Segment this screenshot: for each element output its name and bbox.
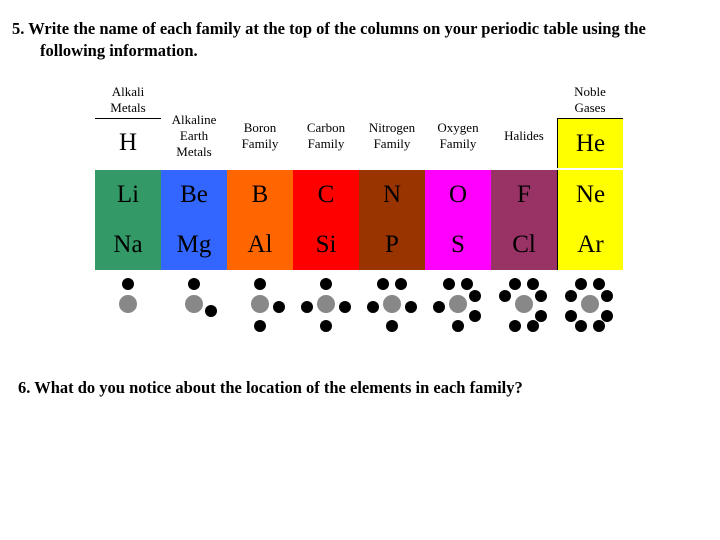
valence-electron-dot [188, 278, 200, 290]
valence-electron-dot [301, 301, 313, 313]
valence-electron-dot [320, 278, 332, 290]
valence-electron-dot [433, 301, 445, 313]
valence-electron-dot [386, 320, 398, 332]
valence-electron-dot [122, 278, 134, 290]
valence-electron-dot [565, 310, 577, 322]
valence-electron-dot [593, 320, 605, 332]
valence-electron-dot [443, 278, 455, 290]
nucleus-dot [185, 295, 203, 313]
valence-electron-dot [601, 310, 613, 322]
valence-electron-dot [601, 290, 613, 302]
valence-electron-dot [469, 290, 481, 302]
valence-electron-dot [273, 301, 285, 313]
valence-electron-dot [575, 320, 587, 332]
valence-electron-dot [565, 290, 577, 302]
valence-electron-dot [469, 310, 481, 322]
valence-electron-dot [593, 278, 605, 290]
valence-electron-dot [527, 278, 539, 290]
valence-electron-dot [452, 320, 464, 332]
valence-electron-dot [254, 278, 266, 290]
valence-electron-dot [320, 320, 332, 332]
valence-electron-dot [509, 278, 521, 290]
nucleus-dot [317, 295, 335, 313]
nucleus-dot [581, 295, 599, 313]
valence-electron-dot [254, 320, 266, 332]
electron-dot-diagrams [119, 278, 613, 332]
valence-electron-dot [509, 320, 521, 332]
nucleus-dot [449, 295, 467, 313]
valence-electron-dot [461, 278, 473, 290]
valence-electron-dot [367, 301, 379, 313]
valence-electron-dot [339, 301, 351, 313]
valence-electron-dot [377, 278, 389, 290]
valence-electron-dot [535, 290, 547, 302]
nucleus-dot [119, 295, 137, 313]
valence-electron-dot [395, 278, 407, 290]
valence-electron-dot [575, 278, 587, 290]
valence-electron-dot [205, 305, 217, 317]
nucleus-dot [515, 295, 533, 313]
nucleus-dot [383, 295, 401, 313]
nucleus-dot [251, 295, 269, 313]
valence-electron-dot [405, 301, 417, 313]
valence-electron-dot [499, 290, 511, 302]
valence-electron-dot [535, 310, 547, 322]
valence-electron-dot [527, 320, 539, 332]
